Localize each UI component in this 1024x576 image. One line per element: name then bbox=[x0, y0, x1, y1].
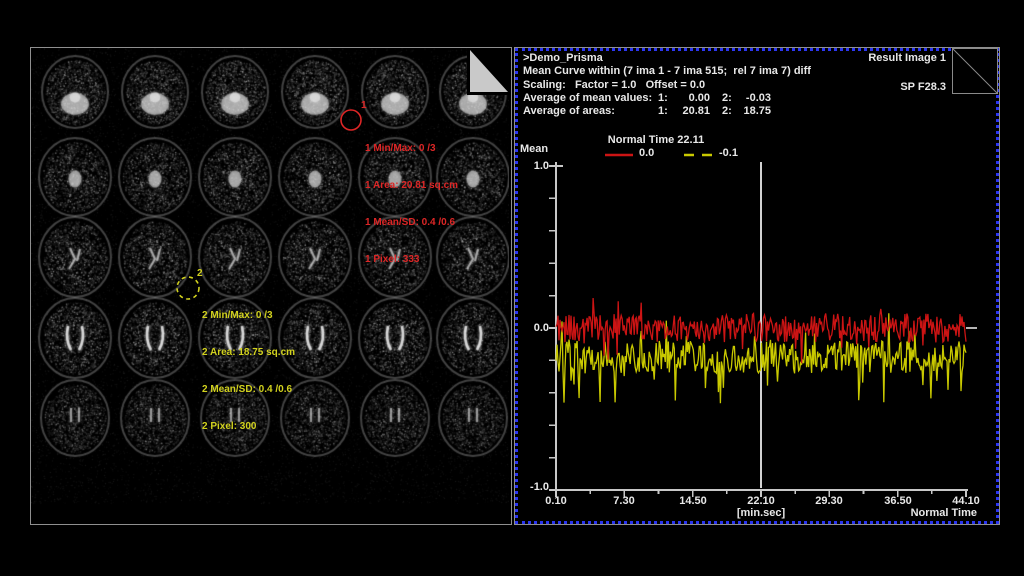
mean-curve-plot[interactable] bbox=[515, 48, 999, 524]
legend-line-yellow-icon bbox=[683, 152, 715, 158]
roi-1-stats: 1 Min/Max: 0 /3 1 Area: 20.81 sq.cm 1 Me… bbox=[365, 118, 458, 292]
x-tick-22.10: 22.10 bbox=[739, 495, 783, 507]
application-background: 1 1 Min/Max: 0 /3 1 Area: 20.81 sq.cm 1 … bbox=[0, 0, 1024, 576]
scaling-line: Scaling: Factor = 1.0 Offset = 0.0 bbox=[523, 79, 705, 91]
y-axis-title: Mean bbox=[520, 143, 548, 155]
roi-2-pixel: 2 Pixel: 300 bbox=[202, 421, 295, 433]
roi-1-pixel: 1 Pixel: 333 bbox=[365, 254, 458, 266]
roi-1-area: 1 Area: 20.81 sq.cm bbox=[365, 180, 458, 192]
avg-mean-value2: -0.03 bbox=[725, 92, 771, 104]
avg-area-label: Average of areas: bbox=[523, 105, 615, 117]
x-tick-0.10: 0.10 bbox=[534, 495, 578, 507]
slice-position-label: SP F28.3 bbox=[900, 81, 946, 93]
y-tick-1.0: 1.0 bbox=[515, 160, 549, 172]
roi-1-minmax: 1 Min/Max: 0 /3 bbox=[365, 143, 458, 155]
legend-line-red-icon bbox=[604, 152, 634, 158]
mri-montage-viewport[interactable]: 1 1 Min/Max: 0 /3 1 Area: 20.81 sq.cm 1 … bbox=[30, 47, 512, 525]
roi-2-minmax: 2 Min/Max: 0 /3 bbox=[202, 310, 295, 322]
roi-1-number: 1 bbox=[361, 100, 367, 111]
x-axis-title: Normal Time bbox=[877, 507, 977, 519]
x-tick-7.30: 7.30 bbox=[602, 495, 646, 507]
roi-2-meansd: 2 Mean/SD: 0.4 /0.6 bbox=[202, 384, 295, 396]
result-image-label: Result Image 1 bbox=[868, 52, 946, 64]
x-tick-29.30: 29.30 bbox=[807, 495, 851, 507]
x-axis-unit: [min.sec] bbox=[711, 507, 811, 519]
roi-1-meansd: 1 Mean/SD: 0.4 /0.6 bbox=[365, 217, 458, 229]
roi-2-circle[interactable] bbox=[177, 277, 199, 299]
curve-info-line: Mean Curve within (7 ima 1 - 7 ima 515; … bbox=[523, 65, 811, 77]
avg-area-value1: 20.81 bbox=[665, 105, 710, 117]
y-tick-0.0: 0.0 bbox=[515, 322, 549, 334]
x-tick-36.50: 36.50 bbox=[876, 495, 920, 507]
avg-area-value2: 18.75 bbox=[725, 105, 771, 117]
result-corner-icon[interactable] bbox=[952, 48, 998, 94]
roi-1-circle[interactable] bbox=[341, 110, 361, 130]
avg-mean-label: Average of mean values: bbox=[523, 92, 652, 104]
x-tick-44.10: 44.10 bbox=[944, 495, 988, 507]
y-tick--1.0: -1.0 bbox=[515, 481, 549, 493]
image-corner-fold-icon[interactable] bbox=[467, 48, 511, 95]
cursor-readout: Normal Time 22.11 bbox=[591, 134, 721, 146]
avg-mean-value1: 0.00 bbox=[665, 92, 710, 104]
roi-2-stats: 2 Min/Max: 0 /3 2 Area: 18.75 sq.cm 2 Me… bbox=[202, 285, 295, 459]
patient-name: >Demo_Prisma bbox=[523, 52, 603, 64]
roi-2-number: 2 bbox=[197, 268, 203, 279]
x-tick-14.50: 14.50 bbox=[671, 495, 715, 507]
legend-red-label: 0.0 bbox=[639, 147, 654, 159]
mean-curve-viewport[interactable]: >Demo_Prisma Mean Curve within (7 ima 1 … bbox=[514, 47, 1000, 525]
roi-2-area: 2 Area: 18.75 sq.cm bbox=[202, 347, 295, 359]
legend-yellow-label: -0.1 bbox=[719, 147, 738, 159]
